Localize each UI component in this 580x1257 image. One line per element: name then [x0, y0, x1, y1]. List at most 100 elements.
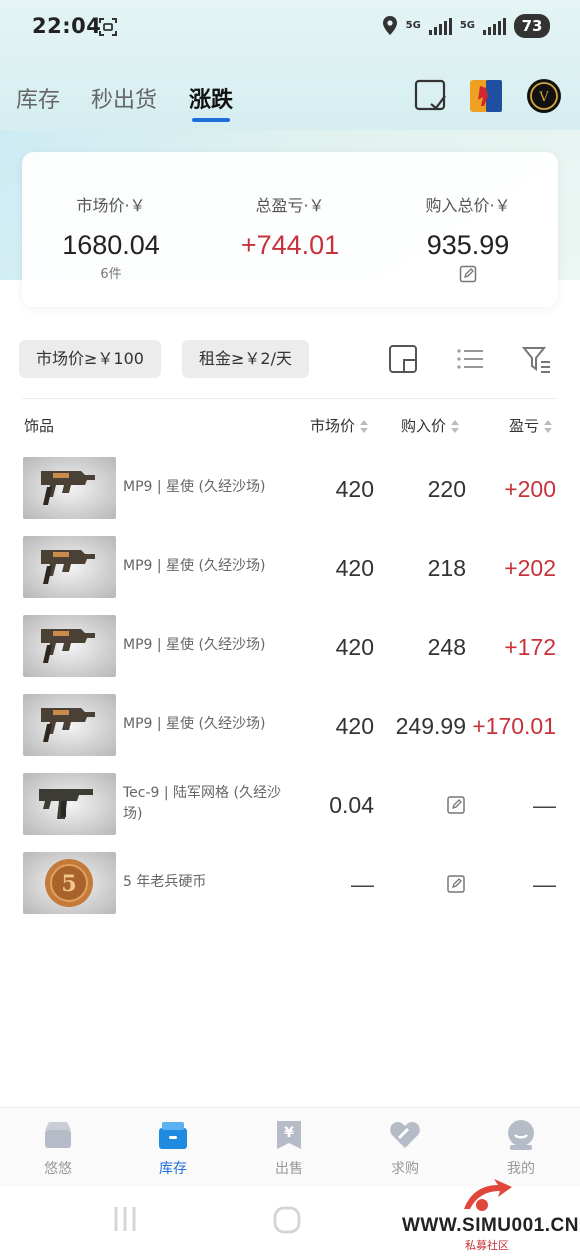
market-price: 420: [335, 634, 374, 660]
profit-loss: +172: [504, 634, 556, 660]
sell-icon: ¥: [277, 1121, 301, 1149]
sort-icon: [451, 419, 460, 434]
buy-price: 248: [427, 634, 466, 660]
market-value: 1680.04: [62, 230, 160, 260]
status-indicators: 5G 5G 73: [382, 14, 550, 38]
profit-loss: —: [533, 871, 556, 897]
coin-icon: 5: [45, 859, 93, 907]
svg-text:5: 5: [61, 871, 76, 897]
sort-icon: [544, 419, 553, 434]
mp9-icon: [41, 471, 95, 505]
inventory-icon: [159, 1122, 187, 1149]
profit-loss: —: [533, 792, 556, 818]
table-row[interactable]: MP9 | 星使 (久经沙场) 420 220 +200: [0, 457, 580, 536]
tab-quick-sell[interactable]: 秒出货: [91, 82, 157, 114]
table-row[interactable]: 5 5 年老兵硬币 — —: [0, 852, 580, 931]
buy-price: 249.99: [395, 713, 466, 739]
watermark-subtext: 私募社区: [465, 1239, 509, 1252]
edit-buy-price-icon[interactable]: [446, 795, 466, 815]
signal-icon: [428, 17, 452, 35]
col-header-item: 饰品: [24, 417, 55, 435]
portfolio-summary-card: 市场价·￥ 1680.04 6件 总盈亏·￥ +744.01 购入总价·￥ 93…: [22, 152, 558, 307]
item-name: MP9 | 星使 (久经沙场): [123, 637, 266, 653]
item-name: 5 年老兵硬币: [123, 874, 207, 890]
svg-text:¥: ¥: [284, 1125, 294, 1141]
signal-icon-2: [483, 17, 506, 35]
nav-label: 悠悠: [44, 1161, 72, 1177]
nav-item-youyou[interactable]: 悠悠: [13, 1118, 103, 1178]
status-time: 22:04: [32, 14, 102, 38]
profit-loss: +170.01: [472, 713, 556, 739]
profit-loss: +200: [504, 476, 556, 502]
top-tabs: 库存 秒出货 涨跌 V: [0, 70, 580, 126]
col-header-pl[interactable]: 盈亏: [509, 415, 553, 436]
mp9-icon: [41, 550, 95, 584]
market-price: 420: [335, 555, 374, 581]
nav-item-inventory[interactable]: 库存: [128, 1118, 218, 1178]
col-header-market[interactable]: 市场价: [310, 415, 369, 436]
battery-indicator: 73: [514, 14, 550, 38]
item-thumbnail: [23, 615, 116, 677]
box-icon: [45, 1122, 71, 1148]
nav-item-buy-request[interactable]: 求购: [360, 1118, 450, 1178]
item-thumbnail: [23, 536, 116, 598]
filter-rent-chip[interactable]: 租金≥￥2/天: [182, 340, 309, 378]
buy-price: 218: [427, 555, 466, 581]
cost-summary: 购入总价·￥ 935.99: [379, 192, 557, 287]
profit-label: 总盈亏·￥: [255, 196, 325, 215]
mp9-icon: [41, 629, 95, 663]
item-thumbnail: [23, 694, 116, 756]
table-row[interactable]: MP9 | 星使 (久经沙场) 420 249.99 +170.01: [0, 694, 580, 773]
col-header-buy[interactable]: 购入价: [401, 415, 460, 436]
market-price: 0.04: [329, 792, 374, 818]
nav-item-sell[interactable]: ¥ 出售: [244, 1118, 334, 1178]
screen-record-icon: [99, 18, 117, 36]
tab-inventory[interactable]: 库存: [16, 82, 60, 114]
heart-icon: [390, 1122, 420, 1148]
market-price: 420: [335, 713, 374, 739]
nav-item-profile[interactable]: 我的: [476, 1118, 566, 1178]
nav-label: 出售: [275, 1161, 303, 1177]
item-count: 6件: [100, 267, 122, 282]
filter-icon[interactable]: [522, 344, 552, 374]
market-summary: 市场价·￥ 1680.04 6件: [22, 192, 200, 282]
col-header-buy-label: 购入价: [401, 417, 447, 435]
recent-apps-icon[interactable]: [110, 1205, 140, 1233]
item-name: MP9 | 星使 (久经沙场): [123, 479, 266, 495]
profit-value: +744.01: [240, 230, 340, 260]
game-logo-icon[interactable]: [468, 78, 504, 114]
avatar-icon[interactable]: V: [526, 78, 562, 114]
list-view-icon[interactable]: [455, 344, 485, 374]
cost-label: 购入总价·￥: [425, 196, 511, 215]
tab-price-change[interactable]: 涨跌: [189, 82, 233, 114]
sort-icon: [360, 419, 369, 434]
mp9-icon: [41, 708, 95, 742]
profit-summary: 总盈亏·￥ +744.01: [201, 192, 379, 261]
item-name: MP9 | 星使 (久经沙场): [123, 558, 266, 574]
market-price: 420: [335, 476, 374, 502]
checkbox-select-icon[interactable]: [413, 78, 449, 114]
watermark-text: WWW.SIMU001.CN: [402, 1215, 579, 1236]
edit-buy-price-icon[interactable]: [446, 874, 466, 894]
network-type-2: 5G: [459, 20, 475, 31]
grid-view-icon[interactable]: [388, 344, 418, 374]
active-tab-indicator: [192, 118, 230, 122]
item-thumbnail: 5: [23, 852, 116, 914]
filter-market-price-chip[interactable]: 市场价≥￥100: [19, 340, 161, 378]
table-row[interactable]: MP9 | 星使 (久经沙场) 420 218 +202: [0, 536, 580, 615]
cost-value: 935.99: [426, 230, 510, 260]
status-bar: 22:04 5G 5G 73: [0, 0, 580, 56]
svg-text:V: V: [538, 90, 549, 105]
watermark: WWW.SIMU001.CN 私募社区: [402, 1175, 579, 1255]
watermark-logo-icon: [464, 1179, 512, 1211]
item-name: Tec-9 | 陆军网格 (久经沙场): [123, 785, 281, 822]
col-header-pl-label: 盈亏: [509, 417, 540, 435]
market-label: 市场价·￥: [76, 196, 146, 215]
table-row[interactable]: Tec-9 | 陆军网格 (久经沙场) 0.04 —: [0, 773, 580, 852]
home-icon[interactable]: [272, 1205, 302, 1235]
item-name: MP9 | 星使 (久经沙场): [123, 716, 266, 732]
buy-price: 220: [427, 476, 466, 502]
table-row[interactable]: MP9 | 星使 (久经沙场) 420 248 +172: [0, 615, 580, 694]
edit-cost-icon[interactable]: [459, 265, 477, 283]
tec9-icon: [39, 789, 93, 819]
